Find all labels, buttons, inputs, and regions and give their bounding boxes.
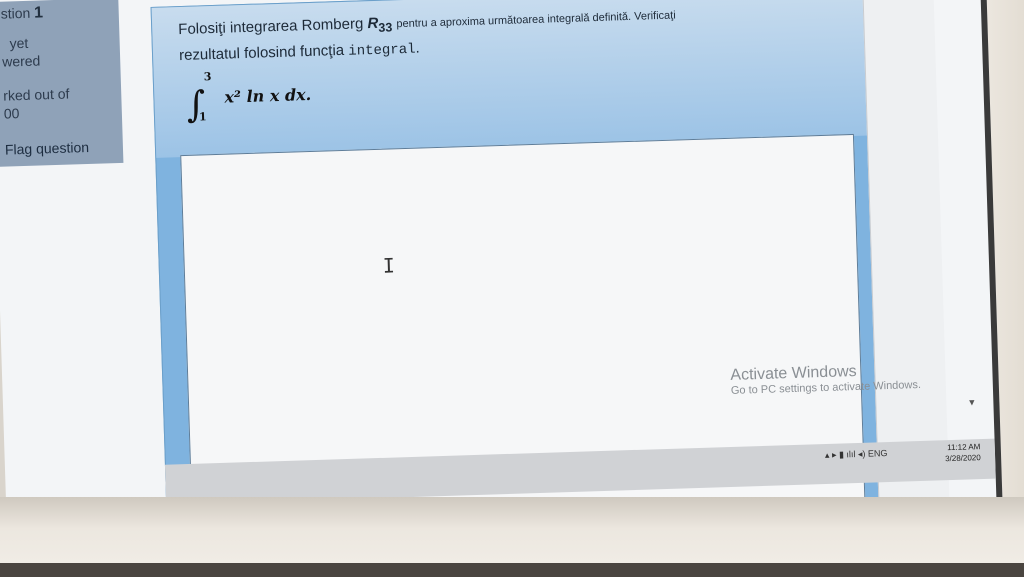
question-number: 1 bbox=[33, 4, 44, 22]
flag-question-link[interactable]: Flag question bbox=[5, 139, 90, 158]
system-tray: ▴ ▸ ▮ ılıl ◂) ENG bbox=[825, 448, 888, 461]
integral-upper-bound: 3 bbox=[203, 70, 212, 84]
status-line-2: wered bbox=[1, 52, 41, 70]
marks-line-1: rked out of bbox=[3, 85, 70, 104]
screen: stion 1 yet wered rked out of 00 Flag qu… bbox=[0, 0, 1004, 558]
integral-lower-bound: 1 bbox=[198, 110, 207, 124]
network-icon[interactable]: ▴ ▸ ▮ ılıl ◂) bbox=[825, 449, 866, 460]
monitor-bottom-edge bbox=[0, 563, 1024, 577]
text-cursor-icon: I bbox=[382, 253, 396, 278]
question-info-panel: stion 1 yet wered rked out of 00 Flag qu… bbox=[0, 0, 124, 167]
page-right-margin bbox=[862, 0, 950, 505]
romberg-symbol: R bbox=[367, 14, 379, 33]
function-name: integral bbox=[348, 41, 416, 60]
status-line-1: yet bbox=[9, 34, 29, 52]
marks-line-2: 00 bbox=[3, 105, 20, 122]
scroll-down-arrow-icon[interactable]: ▼ bbox=[967, 397, 976, 407]
activate-windows-watermark: Activate Windows Go to PC settings to ac… bbox=[730, 362, 922, 397]
language-indicator[interactable]: ENG bbox=[868, 448, 888, 459]
question-label: stion 1 bbox=[0, 4, 44, 22]
system-clock[interactable]: 11:12 AM 3/28/2020 bbox=[945, 441, 981, 464]
integral-expression: ∫ 3 1 x² ln x dx. bbox=[186, 70, 311, 126]
integrand: x² ln x dx. bbox=[224, 84, 312, 107]
